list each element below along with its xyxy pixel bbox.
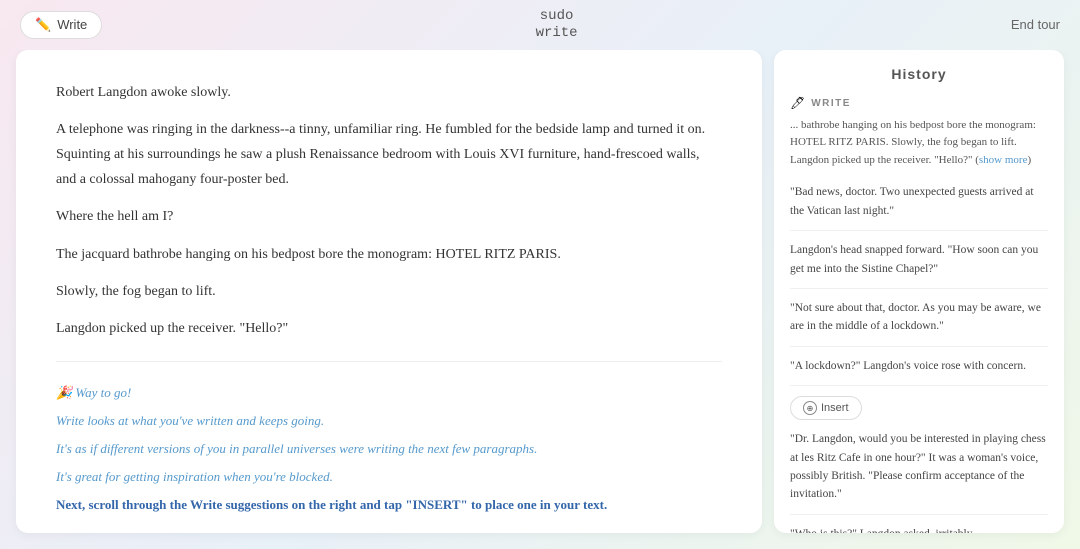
history-quote-1: "Bad news, doctor. Two unexpected guests… xyxy=(790,183,1048,231)
paragraph-4: The jacquard bathrobe hanging on his bed… xyxy=(56,242,722,267)
history-panel: History 🖊 WRITE ... bathrobe hanging on … xyxy=(774,50,1064,533)
write-tips: 🎉 Way to go! Write looks at what you've … xyxy=(56,382,722,516)
editor-text: Robert Langdon awoke slowly. A telephone… xyxy=(56,80,722,342)
write-label-text: WRITE xyxy=(811,98,851,109)
pencil-icon: ✏️ xyxy=(35,17,51,33)
write-snippet: ... bathrobe hanging on his bedpost bore… xyxy=(790,117,1048,170)
history-quote-6: "Who is this?" Langdon asked, irritably. xyxy=(790,525,1048,533)
show-more-link[interactable]: show more xyxy=(979,154,1028,166)
write-button-label: Write xyxy=(57,17,87,32)
tip-3: It's great for getting inspiration when … xyxy=(56,466,722,488)
history-quote-3: "Not sure about that, doctor. As you may… xyxy=(790,299,1048,347)
app-logo: sudo write xyxy=(536,8,578,42)
paragraph-2: A telephone was ringing in the darkness-… xyxy=(56,117,722,193)
paragraph-1: Robert Langdon awoke slowly. xyxy=(56,80,722,105)
end-tour-button[interactable]: End tour xyxy=(1011,17,1060,32)
insert-button-1[interactable]: ⊕ Insert xyxy=(790,396,862,420)
paragraph-6: Langdon picked up the receiver. "Hello?" xyxy=(56,316,722,341)
history-quote-4: "A lockdown?" Langdon's voice rose with … xyxy=(790,357,1048,386)
history-quote-2: Langdon's head snapped forward. "How soo… xyxy=(790,241,1048,289)
write-label: 🖊 WRITE xyxy=(790,96,1048,111)
history-title: History xyxy=(790,66,1048,82)
tip-4: Next, scroll through the Write suggestio… xyxy=(56,494,722,516)
paragraph-3: Where the hell am I? xyxy=(56,204,722,229)
write-icon: 🖊 xyxy=(790,96,805,111)
celebration-text: 🎉 Way to go! xyxy=(56,382,722,404)
top-bar: ✏️ Write sudo write End tour xyxy=(0,0,1080,50)
logo-text: sudo write xyxy=(536,8,578,42)
insert-label-1: Insert xyxy=(821,402,849,414)
history-quote-5: "Dr. Langdon, would you be interested in… xyxy=(790,430,1048,515)
divider xyxy=(56,361,722,362)
insert-icon-1: ⊕ xyxy=(803,401,817,415)
tip-1: Write looks at what you've written and k… xyxy=(56,410,722,432)
write-section: 🖊 WRITE ... bathrobe hanging on his bedp… xyxy=(790,96,1048,170)
tip-2: It's as if different versions of you in … xyxy=(56,438,722,460)
editor-panel: Robert Langdon awoke slowly. A telephone… xyxy=(16,50,762,533)
paragraph-5: Slowly, the fog began to lift. xyxy=(56,279,722,304)
main-content: Robert Langdon awoke slowly. A telephone… xyxy=(0,50,1080,549)
write-button[interactable]: ✏️ Write xyxy=(20,11,102,39)
